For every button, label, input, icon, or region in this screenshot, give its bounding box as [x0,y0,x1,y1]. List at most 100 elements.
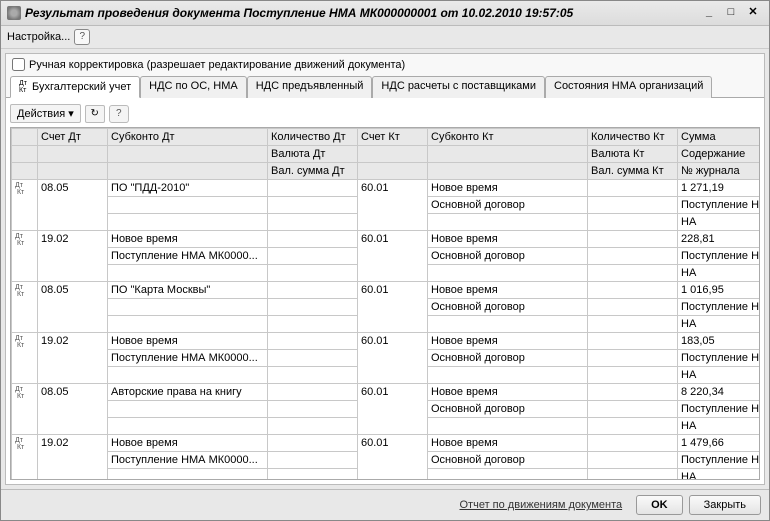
cell-content: Поступление НМА по ... [678,299,761,316]
table-row[interactable]: Дт Кт08.05ПО "Карта Москвы"60.01Новое вр… [12,282,761,299]
dtkt-icon: Дт Кт [12,282,38,333]
refresh-button[interactable]: ↻ [85,105,105,123]
tab-nds-suppliers[interactable]: НДС расчеты с поставщиками [372,76,545,98]
actions-button[interactable]: Действия ▾ [10,104,81,123]
cell-sub-dt: Авторские права на книгу [108,384,268,401]
cell-sum: 183,05 [678,333,761,350]
h-valsum-dt[interactable]: Вал. сумма Дт [268,163,358,180]
toolbar-help-button[interactable]: ? [109,105,129,123]
cell-qty-kt [588,180,678,197]
tab-label: НДС по ОС, НМА [149,80,238,92]
cell-content: Поступление НМА по ... [678,197,761,214]
h-acct-dt[interactable]: Счет Дт [38,129,108,146]
cell-sum: 1 479,66 [678,435,761,452]
h-valsum-kt[interactable]: Вал. сумма Кт [588,163,678,180]
tab-body: Действия ▾ ↻ ? Счет Дт Суб [6,98,764,484]
dtkt-icon: Дт Кт [12,231,38,282]
cell-acct-kt: 60.01 [358,435,428,481]
settings-menu[interactable]: Настройка... [7,31,70,43]
table-row[interactable]: Дт Кт19.02Новое время60.01Новое время183… [12,333,761,350]
cell-sub-dt: ПО "Карта Москвы" [108,282,268,299]
help-icon[interactable]: ? [74,29,90,45]
cell-sub-dt3 [108,265,268,282]
h-journal[interactable]: № журнала [678,163,761,180]
cell-sub-dt2 [108,401,268,418]
h-currency-dt[interactable]: Валюта Дт [268,146,358,163]
cell-sub-kt: Новое время [428,231,588,248]
maximize-button[interactable]: □ [721,5,741,21]
cell-acct-dt: 19.02 [38,435,108,481]
h-acct-kt[interactable]: Счет Кт [358,129,428,146]
tab-accounting[interactable]: ДтКт Бухгалтерский учет [10,76,140,98]
cell-sub-dt2: Поступление НМА МК0000... [108,350,268,367]
ok-button[interactable]: OK [636,495,683,515]
grid-toolbar: Действия ▾ ↻ ? [10,102,760,127]
manual-correction-row: Ручная корректировка (разрешает редактир… [6,54,764,75]
cell-sub-kt2: Основной договор [428,401,588,418]
cell-sub-dt2 [108,299,268,316]
cell-sub-kt: Новое время [428,384,588,401]
cell-qty-dt [268,333,358,350]
cell-sub-dt2: Поступление НМА МК0000... [108,248,268,265]
cell-qty-dt [268,231,358,248]
cell-qty-kt [588,435,678,452]
actions-label: Действия [17,108,65,120]
h-sub-dt[interactable]: Субконто Дт [108,129,268,146]
minimize-button[interactable]: _ [699,5,719,21]
h-sum[interactable]: Сумма [678,129,761,146]
cell-journal: НА [678,316,761,333]
h-content[interactable]: Содержание [678,146,761,163]
h-sub-kt[interactable]: Субконто Кт [428,129,588,146]
table-body: Дт Кт08.05ПО "ПДД-2010"60.01Новое время1… [12,180,761,481]
cell-valsum-kt [588,469,678,481]
titlebar: Результат проведения документа Поступлен… [1,1,769,26]
h-qty-kt[interactable]: Количество Кт [588,129,678,146]
cell-acct-dt: 08.05 [38,180,108,231]
cell-acct-dt: 19.02 [38,231,108,282]
dtkt-icon: Дт Кт [12,333,38,384]
h-qty-dt[interactable]: Количество Дт [268,129,358,146]
cell-sub-dt3 [108,367,268,384]
report-link[interactable]: Отчет по движениям документа [460,499,623,511]
dtkt-icon: Дт Кт [12,180,38,231]
h-currency-kt[interactable]: Валюта Кт [588,146,678,163]
cell-qty-kt [588,231,678,248]
table-row[interactable]: Дт Кт19.02Новое время60.01Новое время1 4… [12,435,761,452]
window-frame: Результат проведения документа Поступлен… [0,0,770,521]
cell-sub-dt: Новое время [108,231,268,248]
cell-valsum-dt [268,469,358,481]
grid-wrapper[interactable]: Счет Дт Субконто Дт Количество Дт Счет К… [10,127,760,480]
cell-sub-dt: ПО "ПДД-2010" [108,180,268,197]
close-window-button[interactable]: ✕ [743,5,763,21]
cell-journal: НА [678,214,761,231]
table-row[interactable]: Дт Кт19.02Новое время60.01Новое время228… [12,231,761,248]
cell-sum: 228,81 [678,231,761,248]
tab-label: Состояния НМА организаций [554,80,703,92]
cell-content: Поступление НМА по ... [678,350,761,367]
cell-acct-dt: 19.02 [38,333,108,384]
h-mark[interactable] [12,129,38,146]
tab-nds-os-nma[interactable]: НДС по ОС, НМА [140,76,247,98]
manual-correction-checkbox[interactable] [12,58,25,71]
cell-acct-kt: 60.01 [358,282,428,333]
close-button[interactable]: Закрыть [689,495,761,515]
table-row[interactable]: Дт Кт08.05ПО "ПДД-2010"60.01Новое время1… [12,180,761,197]
tab-nds-presented[interactable]: НДС предъявленный [247,76,373,98]
cell-sub-dt3 [108,316,268,333]
cell-cur-dt [268,401,358,418]
cell-cur-kt [588,248,678,265]
cell-valsum-dt [268,265,358,282]
tab-nma-states[interactable]: Состояния НМА организаций [545,76,712,98]
cell-sub-kt3 [428,214,588,231]
cell-valsum-dt [268,367,358,384]
cell-acct-kt: 60.01 [358,231,428,282]
cell-cur-kt [588,401,678,418]
cell-sub-kt: Новое время [428,282,588,299]
table-row[interactable]: Дт Кт08.05Авторские права на книгу60.01Н… [12,384,761,401]
cell-sub-dt2: Поступление НМА МК0000... [108,452,268,469]
cell-sum: 8 220,34 [678,384,761,401]
cell-sum: 1 271,19 [678,180,761,197]
cell-qty-dt [268,435,358,452]
cell-acct-kt: 60.01 [358,333,428,384]
cell-cur-dt [268,452,358,469]
